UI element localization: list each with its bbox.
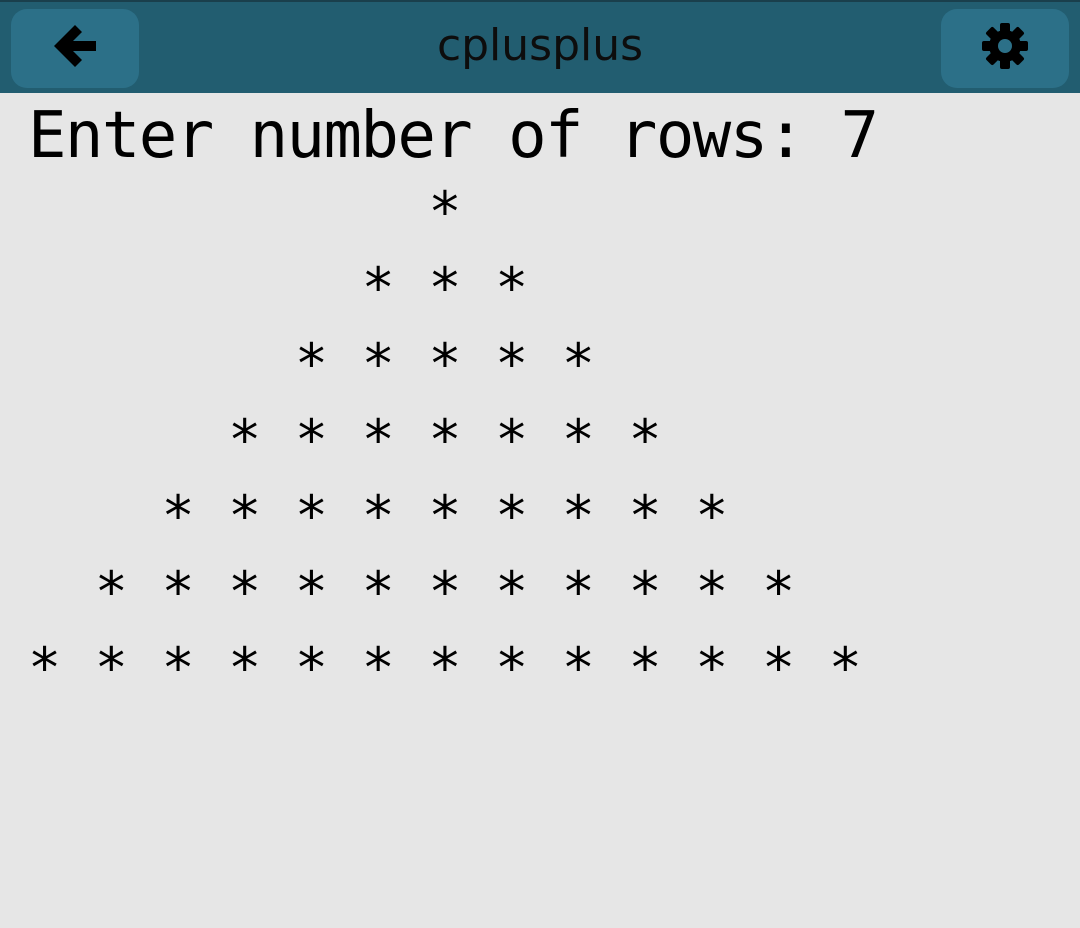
pattern-row-4: * * * * * * * [28, 408, 662, 472]
pattern-row-7: * * * * * * * * * * * * * [28, 636, 863, 700]
pattern-row-1: * [28, 180, 462, 244]
app-title: cplusplus [436, 20, 644, 71]
pattern-row-2: * * * [28, 256, 529, 320]
back-button[interactable] [11, 9, 139, 88]
arrow-left-icon [49, 20, 101, 77]
gear-icon [980, 21, 1030, 76]
pattern-row-3: * * * * * [28, 332, 596, 396]
console-output: Enter number of rows: 7 * * * * * * * * … [28, 98, 1068, 918]
input-prompt: Enter number of rows: 7 [28, 99, 879, 173]
pattern-row-6: * * * * * * * * * * * [28, 560, 796, 624]
pattern-row-5: * * * * * * * * * [28, 484, 729, 548]
app-bar: cplusplus [0, 0, 1080, 93]
settings-button[interactable] [941, 9, 1069, 88]
